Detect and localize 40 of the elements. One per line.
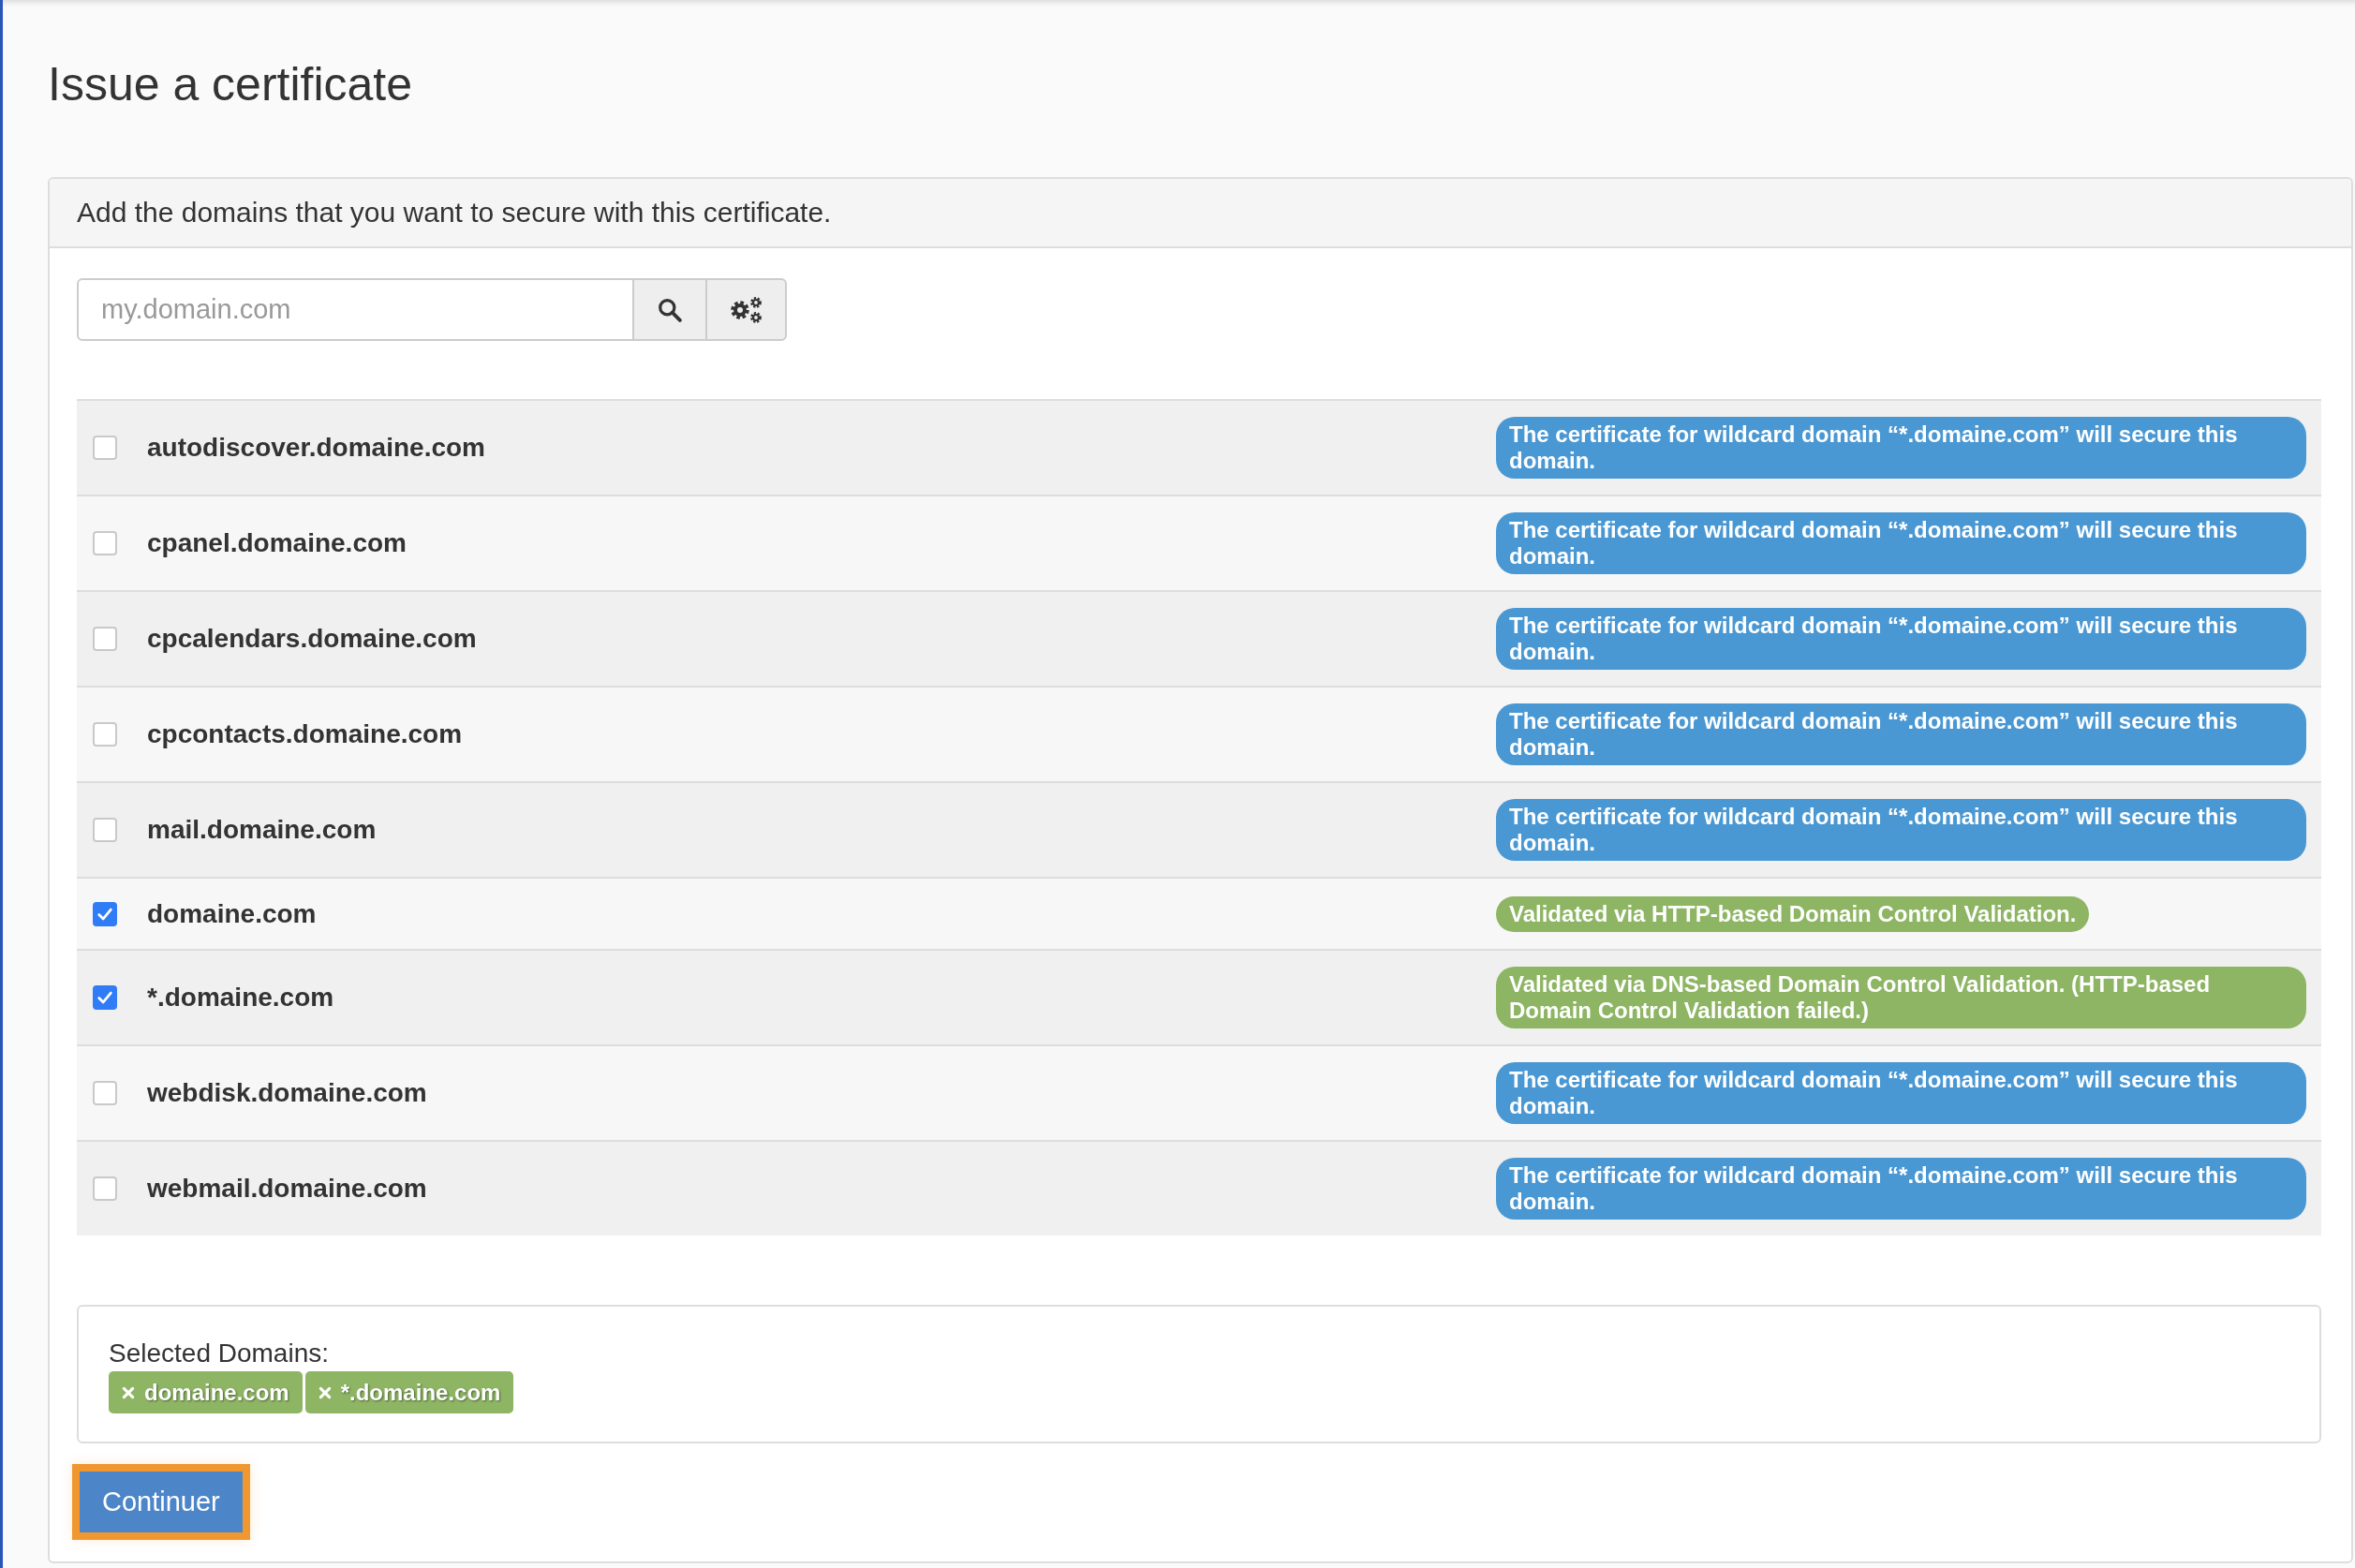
page-title: Issue a certificate — [48, 57, 413, 111]
domain-tag[interactable]: *.domaine.com — [304, 1371, 514, 1413]
domain-name: domaine.com — [147, 898, 317, 928]
checkbox[interactable] — [93, 436, 117, 460]
search-button[interactable] — [632, 278, 707, 341]
checkbox[interactable] — [93, 985, 117, 1010]
close-icon — [122, 1385, 135, 1399]
domain-name: autodiscover.domaine.com — [147, 433, 485, 462]
status-badge: The certificate for wildcard domain “*.domaine.com” will secure this domain. — [1496, 703, 2306, 765]
domain-name: webmail.domaine.com — [147, 1174, 427, 1203]
status-badge: The certificate for wildcard domain “*.domaine.com” will secure this domain. — [1496, 799, 2306, 861]
checkbox[interactable] — [93, 901, 117, 926]
domain-name: webdisk.domaine.com — [147, 1078, 427, 1107]
panel-heading: Add the domains that you want to secure with this certificate. — [50, 179, 2351, 248]
checkbox[interactable] — [93, 722, 117, 747]
domain-tag[interactable]: domaine.com — [109, 1371, 303, 1413]
checkbox[interactable] — [93, 1176, 117, 1201]
check-icon — [96, 989, 113, 1006]
status-badge: The certificate for wildcard domain “*.domaine.com” will secure this domain. — [1496, 608, 2306, 670]
domain-name: *.domaine.com — [147, 983, 334, 1012]
status-badge: Validated via HTTP-based Domain Control Validation. — [1496, 895, 2090, 932]
settings-button[interactable] — [705, 278, 787, 341]
checkbox[interactable] — [93, 818, 117, 842]
status-badge: The certificate for wildcard domain “*.domaine.com” will secure this domain. — [1496, 512, 2306, 574]
search-icon — [658, 297, 682, 322]
checkbox[interactable] — [93, 627, 117, 651]
close-icon — [318, 1385, 332, 1399]
domain-name: mail.domaine.com — [147, 815, 377, 844]
domain-name: cpcontacts.domaine.com — [147, 719, 463, 748]
status-badge: The certificate for wildcard domain “*.domaine.com” will secure this domain. — [1496, 417, 2306, 479]
gears-icon — [729, 295, 763, 324]
status-badge: Validated via DNS-based Domain Control Validation. (HTTP-based Domain Control Validation failed.) — [1496, 967, 2306, 1028]
domain-name: cpanel.domaine.com — [147, 528, 407, 557]
checkbox[interactable] — [93, 1081, 117, 1105]
selected-domains-label: Selected Domains: — [109, 1338, 329, 1369]
checkbox[interactable] — [93, 531, 117, 555]
status-badge: The certificate for wildcard domain “*.domaine.com” will secure this domain. — [1496, 1062, 2306, 1124]
domain-name: cpcalendars.domaine.com — [147, 624, 477, 653]
status-badge: The certificate for wildcard domain “*.domaine.com” will secure this domain. — [1496, 1158, 2306, 1220]
domain-input[interactable]: my.domain.com — [77, 278, 634, 341]
